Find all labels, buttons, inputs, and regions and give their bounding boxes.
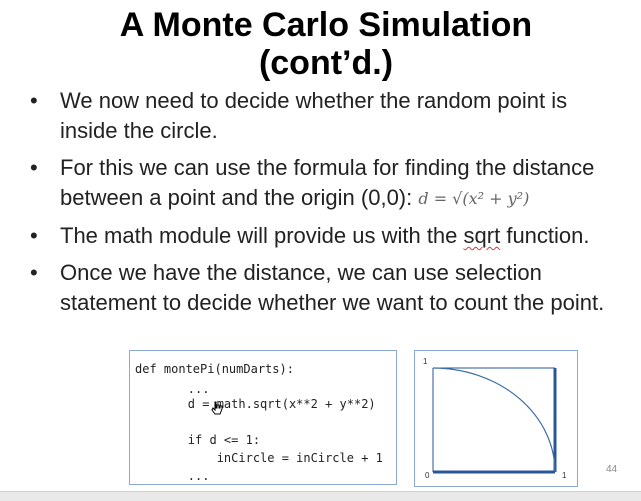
code-line: ... [130,469,210,483]
bullet-item-3: • The math module will provide us with t… [30,221,630,251]
bullet-item-2: • For this we can use the formula for fi… [30,153,630,214]
bullet-list: • We now need to decide whether the rand… [30,86,630,325]
title-line-2: (cont’d.) [258,44,394,82]
bullet-marker: • [30,88,38,113]
bullet-text-tail: function. [500,223,590,249]
bullet-marker: • [30,155,38,180]
bullet-text: The math module will provide us with the [60,223,464,249]
code-line: d = math.sqrt(x**2 + y**2) [130,397,376,411]
code-snippet-box: def montePi(numDarts): ... d = math.sqrt… [129,350,397,485]
slide: A Monte Carlo Simulation (cont’d.) • We … [0,0,641,501]
bullet-item-1: • We now need to decide whether the rand… [30,86,630,146]
slide-number: 44 [606,464,618,475]
quarter-circle-arc [432,367,556,473]
bullet-marker: • [30,260,38,286]
slide-title: A Monte Carlo Simulation (cont’d.) [0,6,641,82]
mouse-cursor-icon [211,401,223,415]
bullet-item-4: • Once we have the distance, we can use … [30,258,630,318]
title-line-1: A Monte Carlo Simulation [119,6,533,44]
bullet-marker: • [30,223,38,249]
bullet-text: We now need to decide whether the random… [60,88,568,143]
origin-label: 0 [425,471,430,480]
code-line: if d <= 1: [130,433,261,447]
code-line: ... [130,382,210,396]
window-bottom-bar [0,491,641,501]
code-line: inCircle = inCircle + 1 [130,451,383,465]
distance-formula: d = √(x² + y²) [418,189,530,209]
spellcheck-underlined-word: sqrt [463,223,501,249]
x-right-label: 1 [562,471,567,480]
y-top-label: 1 [423,357,428,366]
quarter-circle-graphic: 1 0 1 [423,357,567,480]
quarter-circle-plot: 1 0 1 [414,350,578,487]
bullet-text: Once we have the distance, we can use se… [60,260,605,316]
code-line: def montePi(numDarts): [135,362,294,376]
